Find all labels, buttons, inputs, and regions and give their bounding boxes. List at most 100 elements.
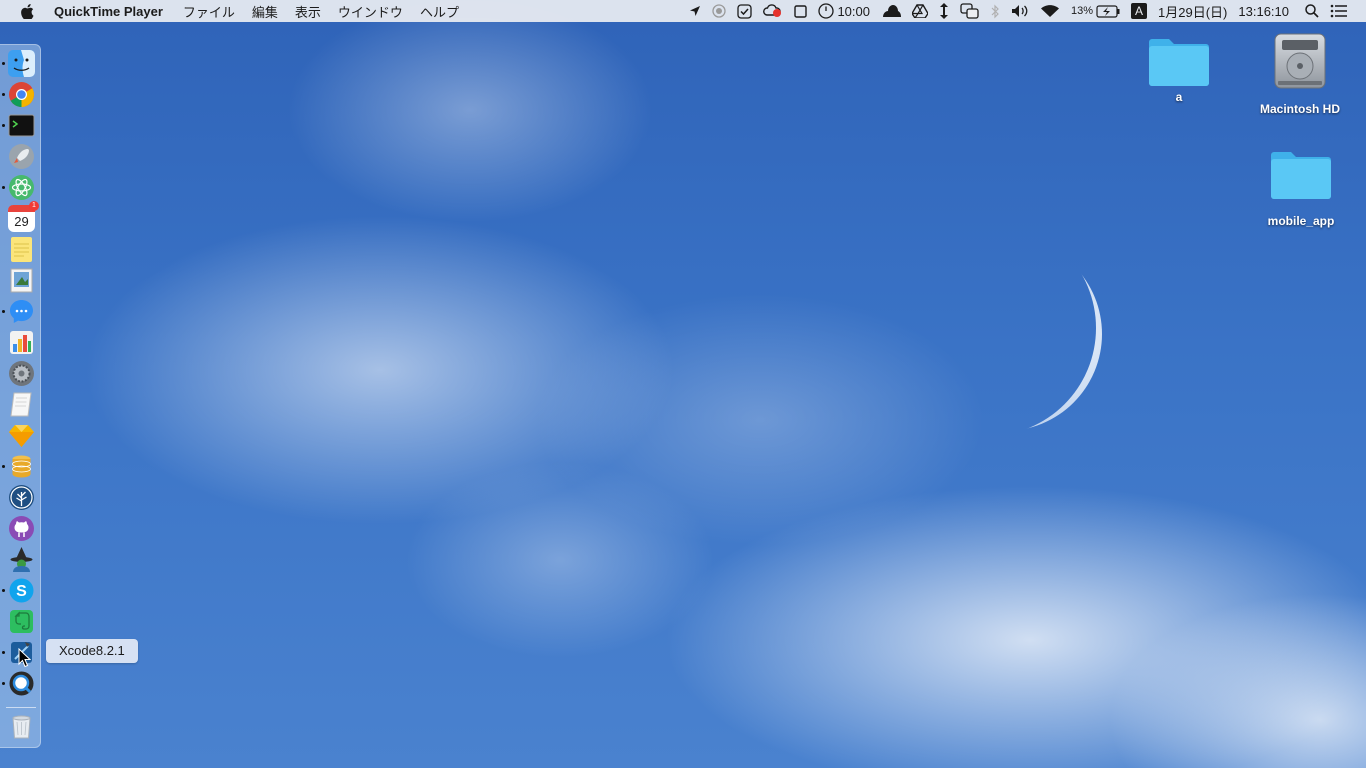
clock-time[interactable]: 13:16:10 bbox=[1238, 0, 1289, 22]
running-indicator bbox=[2, 682, 5, 685]
location-arrow-icon[interactable] bbox=[689, 0, 701, 22]
running-indicator bbox=[2, 93, 5, 96]
hard-drive-icon bbox=[1272, 32, 1328, 90]
battery[interactable]: 13% bbox=[1071, 0, 1120, 22]
sync-arrows-icon[interactable] bbox=[939, 0, 949, 22]
menu-help[interactable]: ヘルプ bbox=[420, 2, 459, 21]
gear-icon bbox=[9, 361, 34, 386]
database-icon bbox=[12, 455, 31, 478]
notification-badge: 1 bbox=[29, 201, 39, 211]
textedit-icon bbox=[10, 392, 32, 417]
battery-charging-icon bbox=[1096, 4, 1120, 18]
folder-icon bbox=[1271, 149, 1331, 199]
running-indicator bbox=[2, 465, 5, 468]
apple-logo-icon[interactable] bbox=[18, 3, 36, 19]
dock-item-terminal[interactable] bbox=[8, 112, 35, 139]
dock-item-alfred[interactable] bbox=[8, 546, 35, 573]
timer-text: 10:00 bbox=[837, 3, 870, 19]
preview-icon bbox=[10, 268, 33, 293]
dock-item-trash[interactable] bbox=[8, 713, 35, 740]
clock-date[interactable]: 1月29日(日) bbox=[1158, 0, 1227, 22]
status-bar: 10:00 13% A 1月29日(日) 13:16:10 bbox=[689, 0, 1366, 22]
menu-window[interactable]: ウインドウ bbox=[338, 2, 403, 21]
menu-edit[interactable]: 編集 bbox=[252, 2, 278, 21]
notification-center-icon[interactable] bbox=[1330, 0, 1348, 22]
evernote-icon bbox=[10, 610, 33, 633]
running-indicator bbox=[2, 62, 5, 65]
folder-icon bbox=[1149, 36, 1209, 86]
mouse-cursor-icon bbox=[18, 648, 31, 668]
dock-item-launchpad[interactable] bbox=[8, 143, 35, 170]
dock-item-textedit[interactable] bbox=[8, 391, 35, 418]
dock-item-system-preferences[interactable] bbox=[8, 360, 35, 387]
notes-icon bbox=[11, 237, 32, 262]
dock-item-sequel-pro[interactable] bbox=[8, 453, 35, 480]
finder-icon bbox=[8, 50, 35, 77]
menu-file[interactable]: ファイル bbox=[183, 2, 235, 21]
dock-item-sourcetree[interactable] bbox=[8, 484, 35, 511]
bluetooth-icon[interactable] bbox=[991, 0, 1000, 22]
google-drive-icon[interactable] bbox=[912, 0, 928, 22]
screens-icon[interactable] bbox=[960, 0, 980, 22]
running-indicator bbox=[2, 589, 5, 592]
svg-text:S: S bbox=[16, 583, 27, 600]
cloud-app-icon[interactable] bbox=[881, 0, 901, 22]
menu-bar: QuickTime Player ファイル 編集 表示 ウインドウ ヘルプ 10… bbox=[0, 0, 1366, 22]
record-icon[interactable] bbox=[712, 0, 727, 22]
dock-item-preview[interactable] bbox=[8, 267, 35, 294]
dock-item-github[interactable] bbox=[8, 515, 35, 542]
quicktime-icon bbox=[9, 671, 34, 696]
dock-item-quicktime[interactable] bbox=[8, 670, 35, 697]
desktop-macintosh-hd[interactable]: Macintosh HD bbox=[1250, 32, 1350, 116]
input-source-label: A bbox=[1131, 3, 1148, 19]
checkbox-icon[interactable] bbox=[737, 0, 753, 22]
dock-item-notes[interactable] bbox=[8, 236, 35, 263]
app-menu-quicktime[interactable]: QuickTime Player bbox=[54, 4, 163, 19]
calendar-date: 29 bbox=[14, 214, 29, 229]
stop-square-icon[interactable] bbox=[794, 0, 808, 22]
dock-item-skype[interactable]: S bbox=[8, 577, 35, 604]
dock-item-evernote[interactable] bbox=[8, 608, 35, 635]
timer[interactable]: 10:00 bbox=[818, 0, 870, 22]
desktop-icon-label: a bbox=[1175, 90, 1183, 104]
chrome-icon bbox=[9, 82, 34, 107]
dock-item-sketch[interactable] bbox=[8, 422, 35, 449]
running-indicator bbox=[2, 310, 5, 313]
battery-percent: 13% bbox=[1071, 5, 1094, 17]
dock-item-chrome[interactable] bbox=[8, 81, 35, 108]
chart-icon bbox=[10, 331, 33, 354]
dock-item-atom[interactable] bbox=[8, 174, 35, 201]
volume-icon[interactable] bbox=[1011, 0, 1029, 22]
dock-item-calendar[interactable]: 29 1 bbox=[8, 201, 39, 232]
rocket-icon bbox=[9, 144, 34, 169]
menu-view[interactable]: 表示 bbox=[295, 2, 321, 21]
dock-tooltip: Xcode8.2.1 bbox=[46, 639, 138, 663]
creative-cloud-icon[interactable] bbox=[763, 0, 783, 22]
messenger-icon bbox=[10, 300, 33, 323]
dock: 29 1 S bbox=[0, 44, 41, 748]
dock-item-messenger[interactable] bbox=[8, 298, 35, 325]
desktop-icon-label: mobile_app bbox=[1267, 214, 1335, 228]
terminal-icon bbox=[8, 114, 35, 137]
desktop-icon-label: Macintosh HD bbox=[1259, 102, 1340, 116]
running-indicator bbox=[2, 651, 5, 654]
crescent-moon bbox=[920, 240, 1102, 431]
desktop-folder-a[interactable]: a bbox=[1129, 36, 1229, 104]
running-indicator bbox=[2, 186, 5, 189]
dock-item-finder[interactable] bbox=[8, 50, 35, 77]
sketch-icon bbox=[9, 425, 34, 447]
desktop-folder-mobile-app[interactable]: mobile_app bbox=[1251, 149, 1351, 228]
spotlight-search-icon[interactable] bbox=[1305, 0, 1319, 22]
skype-icon: S bbox=[9, 578, 34, 603]
trash-icon bbox=[12, 715, 31, 739]
dock-separator bbox=[6, 707, 36, 708]
clock-icon bbox=[818, 3, 835, 19]
sourcetree-icon bbox=[9, 485, 34, 510]
wizard-icon bbox=[10, 547, 33, 572]
atom-icon bbox=[9, 175, 34, 200]
wifi-icon[interactable] bbox=[1040, 0, 1060, 22]
input-source-indicator[interactable]: A bbox=[1131, 0, 1148, 22]
running-indicator bbox=[2, 124, 5, 127]
dock-item-numbers[interactable] bbox=[8, 329, 35, 356]
github-icon bbox=[9, 516, 34, 541]
